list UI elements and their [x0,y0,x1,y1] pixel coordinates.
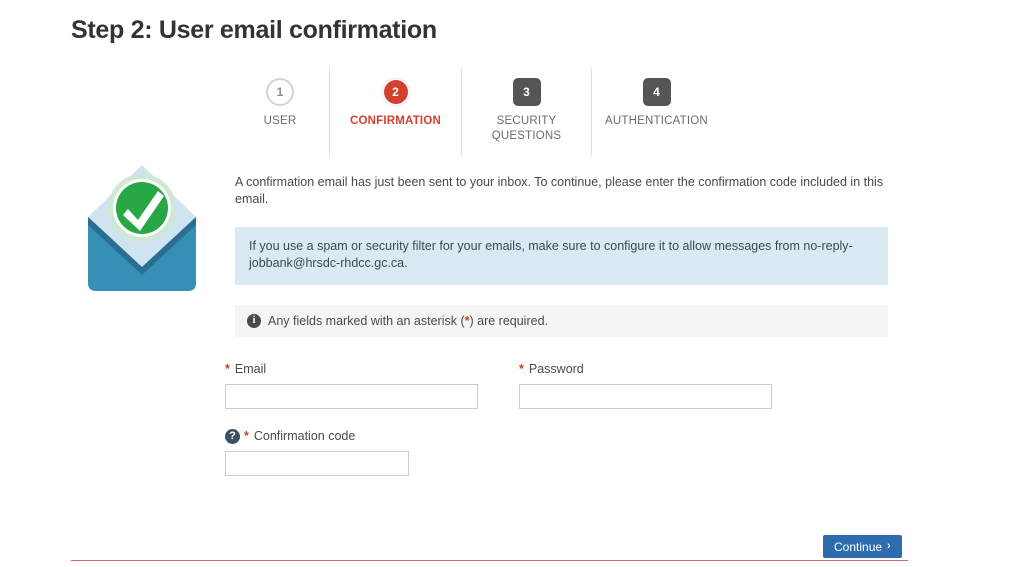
continue-button[interactable]: Continue › [823,535,902,558]
footer-divider [71,560,908,561]
required-note-text: Any fields marked with an asterisk (*) a… [268,314,548,328]
confirmation-form: * Email * Password ? * Confirmation code [225,361,905,476]
form-row-credentials: * Email * Password [225,361,905,409]
email-label: * Email [225,361,478,377]
progress-stepper: 1 USER 2 CONFIRMATION 3 SECURITY QUESTIO… [231,68,721,156]
email-confirmed-envelope-icon [86,163,198,293]
page-title: Step 2: User email confirmation [71,16,437,44]
spam-filter-info-panel: If you use a spam or security filter for… [235,227,888,285]
help-icon[interactable]: ? [225,428,240,444]
confirmation-code-required-asterisk: * [244,429,249,443]
stepper-step-authentication[interactable]: 4 AUTHENTICATION [591,68,721,156]
content-column: A confirmation email has just been sent … [235,174,888,337]
email-field-group: * Email [225,361,478,409]
password-label-text: Password [528,362,584,376]
password-label: * Password [519,361,772,377]
continue-button-label: Continue [834,539,883,554]
email-label-text: Email [234,362,267,376]
email-input[interactable] [225,384,478,409]
confirmation-code-input[interactable] [225,451,409,476]
spam-filter-info-text: If you use a spam or security filter for… [249,239,853,270]
email-required-asterisk: * [225,362,230,376]
step-2-label: CONFIRMATION [350,115,441,127]
password-required-asterisk: * [519,362,524,376]
stepper-step-confirmation[interactable]: 2 CONFIRMATION [329,68,461,156]
required-fields-note: i Any fields marked with an asterisk (*)… [235,305,888,337]
required-note-text-before: Any fields marked with an asterisk ( [268,314,465,328]
confirmation-code-label: ? * Confirmation code [225,428,409,444]
step-4-label: AUTHENTICATION [605,115,708,127]
step-3-marker-icon: 3 [512,78,541,106]
required-note-text-after: ) are required. [469,314,548,328]
step-4-marker-icon: 4 [642,78,671,106]
password-input[interactable] [519,384,772,409]
step-1-label: USER [263,115,297,127]
intro-paragraph: A confirmation email has just been sent … [235,175,884,206]
info-icon: i [247,314,261,328]
confirmation-code-field-group: ? * Confirmation code [225,428,409,476]
step-2-marker-icon: 2 [381,78,410,106]
stepper-step-security-questions[interactable]: 3 SECURITY QUESTIONS [461,68,591,156]
chevron-right-icon: › [887,540,891,552]
step-1-marker-icon: 1 [266,78,294,106]
step-3-label: SECURITY QUESTIONS [491,115,562,142]
confirmation-code-label-text: Confirmation code [253,429,356,443]
stepper-step-user[interactable]: 1 USER [231,68,329,156]
password-field-group: * Password [519,361,772,409]
